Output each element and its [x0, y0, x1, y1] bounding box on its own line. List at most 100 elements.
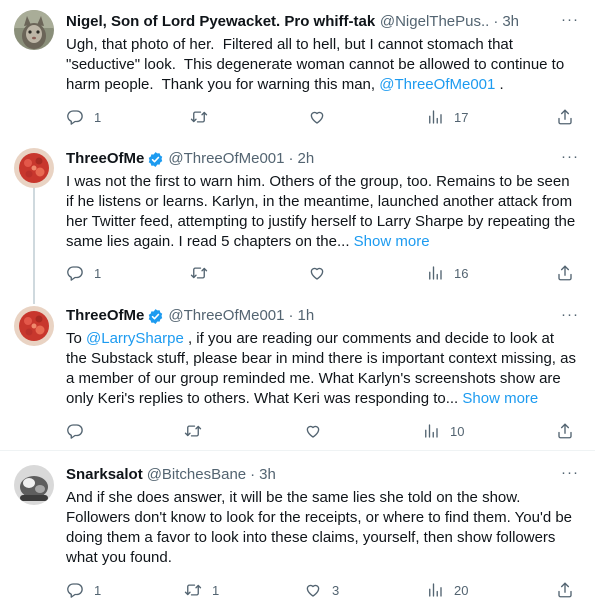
verified-badge-icon	[147, 308, 164, 325]
display-name[interactable]: Nigel, Son of Lord Pyewacket. Pro whiff-…	[66, 12, 376, 32]
views-chart-icon	[426, 581, 444, 599]
avatar-snarksalot[interactable]	[14, 465, 54, 505]
reply-button[interactable]	[66, 421, 94, 441]
retweet-icon	[190, 108, 208, 126]
tweet-text-start: To	[66, 330, 87, 347]
reply-icon	[66, 108, 84, 126]
tweet-3-header: ThreeOfMe @ThreeOfMe001 · 1h	[66, 306, 535, 326]
views-count: 17	[454, 109, 469, 125]
reply-button[interactable]: 1	[66, 580, 101, 600]
tweet-2[interactable]: ThreeOfMe @ThreeOfMe001 · 2h ··· I was n…	[0, 140, 595, 300]
share-icon	[556, 422, 574, 440]
tweet-text: I was not the first to warn him. Others …	[66, 173, 580, 250]
timestamp[interactable]: 3h	[259, 465, 276, 485]
reply-count: 1	[94, 265, 102, 281]
avatar-nigel[interactable]	[14, 10, 54, 50]
avatar-threeofme[interactable]	[14, 148, 54, 188]
retweet-icon	[184, 422, 202, 440]
timestamp[interactable]: 1h	[297, 306, 314, 326]
avatar-threeofme[interactable]	[14, 306, 54, 346]
like-button[interactable]	[308, 107, 336, 127]
share-button[interactable]	[556, 263, 574, 283]
reply-button[interactable]: 1	[66, 107, 101, 127]
views-button[interactable]: 16	[426, 263, 468, 283]
reply-count: 1	[94, 109, 102, 125]
cat-avatar-image	[14, 10, 54, 50]
reply-count: 1	[94, 582, 102, 598]
mention-link[interactable]: @ThreeOfMe001	[379, 76, 495, 93]
like-count: 3	[332, 582, 340, 598]
retweet-button[interactable]: 1	[184, 580, 219, 600]
reply-icon	[66, 581, 84, 599]
retweet-button[interactable]	[190, 263, 218, 283]
heart-icon	[304, 422, 322, 440]
retweet-button[interactable]	[190, 107, 218, 127]
tweet-3-actions: 10	[66, 421, 576, 441]
reply-button[interactable]: 1	[66, 263, 101, 283]
views-chart-icon	[426, 108, 444, 126]
heart-icon	[308, 264, 326, 282]
tweet-3-text: To @LarrySharpe , if you are reading our…	[66, 329, 576, 409]
mention-link[interactable]: @LarrySharpe	[86, 330, 184, 347]
heart-icon	[304, 581, 322, 599]
more-options-icon[interactable]: ···	[561, 463, 579, 483]
tweet-1-text: Ugh, that photo of her. Filtered all to …	[66, 35, 576, 95]
share-button[interactable]	[556, 421, 574, 441]
reply-icon	[66, 422, 84, 440]
timestamp[interactable]: 2h	[297, 149, 314, 169]
views-count: 16	[454, 265, 469, 281]
tweet-1[interactable]: Nigel, Son of Lord Pyewacket. Pro whiff-…	[0, 0, 595, 140]
user-handle[interactable]: @ThreeOfMe001	[168, 306, 284, 326]
views-chart-icon	[422, 422, 440, 440]
retweet-count: 1	[212, 582, 220, 598]
verified-badge-icon	[147, 151, 164, 168]
reply-icon	[66, 264, 84, 282]
retweet-icon	[190, 264, 208, 282]
display-name[interactable]: ThreeOfMe	[66, 149, 144, 169]
views-count: 20	[454, 582, 469, 598]
tweet-4[interactable]: Snarksalot @BitchesBane · 3h ··· And if …	[0, 451, 595, 612]
tweet-2-header: ThreeOfMe @ThreeOfMe001 · 2h	[66, 149, 535, 169]
more-options-icon[interactable]: ···	[561, 10, 579, 30]
user-handle[interactable]: @NigelThePus...	[380, 12, 489, 32]
tweet-4-text: And if she does answer, it will be the s…	[66, 488, 576, 568]
retweet-icon	[184, 581, 202, 599]
bw-avatar-image	[14, 465, 54, 505]
tweet-2-actions: 1 16	[66, 263, 576, 283]
views-button[interactable]: 17	[426, 107, 468, 127]
display-name[interactable]: ThreeOfMe	[66, 306, 144, 326]
views-button[interactable]: 20	[426, 580, 468, 600]
retweet-button[interactable]	[184, 421, 212, 441]
views-chart-icon	[426, 264, 444, 282]
tweet-text: And if she does answer, it will be the s…	[66, 489, 577, 566]
tweet-3[interactable]: ThreeOfMe @ThreeOfMe001 · 1h ··· To @Lar…	[0, 296, 595, 448]
timestamp[interactable]: 3h	[502, 12, 519, 32]
separator-dot: ·	[288, 150, 294, 167]
show-more-link[interactable]: Show more	[462, 390, 538, 407]
tweet-4-header: Snarksalot @BitchesBane · 3h	[66, 465, 535, 485]
tweet-4-actions: 1 1 3 20	[66, 580, 576, 600]
like-button[interactable]	[304, 421, 332, 441]
user-handle[interactable]: @ThreeOfMe001	[168, 149, 284, 169]
share-button[interactable]	[556, 580, 574, 600]
user-handle[interactable]: @BitchesBane	[147, 465, 246, 485]
separator-dot: ·	[493, 13, 499, 30]
more-options-icon[interactable]: ···	[561, 147, 579, 167]
separator-dot: ·	[250, 466, 256, 483]
share-icon	[556, 264, 574, 282]
share-button[interactable]	[556, 107, 574, 127]
separator-dot: ·	[288, 307, 294, 324]
tweet-text-end: .	[495, 76, 504, 93]
tweet-1-actions: 1 17	[66, 107, 576, 127]
views-count: 10	[450, 423, 465, 439]
display-name[interactable]: Snarksalot	[66, 465, 143, 485]
tweet-2-text: I was not the first to warn him. Others …	[66, 172, 576, 252]
food-avatar-image	[14, 306, 54, 346]
views-button[interactable]: 10	[422, 421, 464, 441]
food-avatar-image	[14, 148, 54, 188]
like-button[interactable]: 3	[304, 580, 339, 600]
more-options-icon[interactable]: ···	[561, 305, 579, 325]
tweet-1-header: Nigel, Son of Lord Pyewacket. Pro whiff-…	[66, 12, 519, 32]
like-button[interactable]	[308, 263, 336, 283]
show-more-link[interactable]: Show more	[354, 233, 430, 250]
